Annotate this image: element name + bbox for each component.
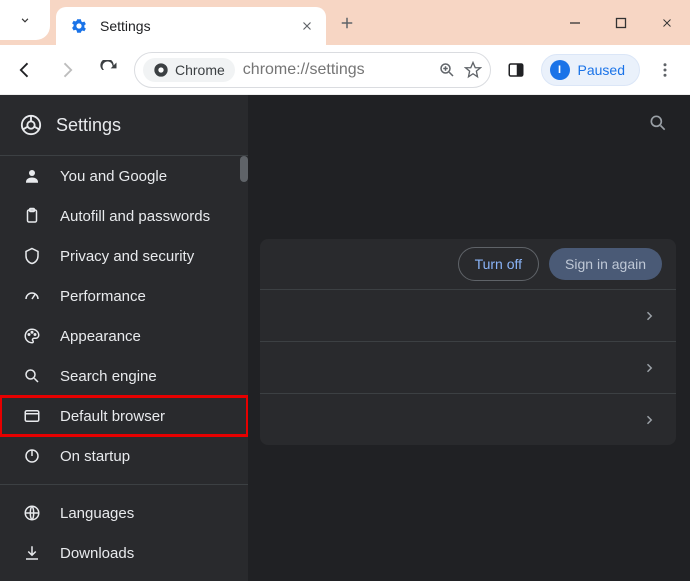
sidebar-item-search-engine[interactable]: Search engine — [0, 356, 248, 396]
window-titlebar: Settings — [0, 0, 690, 45]
sidebar-scroll: You and Google Autofill and passwords Pr… — [0, 155, 248, 581]
panel-row[interactable] — [260, 341, 676, 393]
panel-row[interactable] — [260, 393, 676, 445]
browser-toolbar: Chrome chrome://settings I Paused — [0, 45, 690, 95]
download-icon — [22, 544, 42, 562]
chevron-right-icon — [640, 307, 658, 325]
sidebar-item-privacy[interactable]: Privacy and security — [0, 236, 248, 276]
zoom-icon — [438, 61, 456, 79]
site-chip-label: Chrome — [175, 62, 225, 78]
window-controls — [552, 3, 690, 43]
avatar: I — [550, 60, 570, 80]
palette-icon — [22, 327, 42, 345]
sidebar-item-label: You and Google — [60, 168, 167, 185]
gear-icon — [70, 17, 88, 35]
maximize-icon — [615, 17, 627, 29]
chevron-right-icon — [640, 359, 658, 377]
sidebar-item-label: Languages — [60, 505, 134, 522]
back-button[interactable] — [8, 53, 42, 87]
turn-off-button[interactable]: Turn off — [458, 247, 539, 281]
close-window-button[interactable] — [644, 3, 690, 43]
sign-in-again-button[interactable]: Sign in again — [549, 248, 662, 280]
more-vertical-icon — [656, 61, 674, 79]
sidebar-item-label: On startup — [60, 448, 130, 465]
speedometer-icon — [22, 287, 42, 305]
sidebar-item-appearance[interactable]: Appearance — [0, 316, 248, 356]
chevron-right-icon — [640, 411, 658, 429]
sidebar-header: Settings — [0, 95, 248, 155]
profile-chip[interactable]: I Paused — [541, 54, 640, 86]
star-icon — [464, 61, 482, 79]
plus-icon — [338, 14, 356, 32]
omnibox[interactable]: Chrome chrome://settings — [134, 52, 491, 88]
browser-tab[interactable]: Settings — [56, 7, 326, 45]
globe-icon — [22, 504, 42, 522]
side-panel-icon — [507, 61, 525, 79]
sidebar-item-label: Performance — [60, 288, 146, 305]
overflow-menu-button[interactable] — [648, 61, 682, 79]
maximize-button[interactable] — [598, 3, 644, 43]
sidebar-item-on-startup[interactable]: On startup — [0, 436, 248, 476]
arrow-left-icon — [15, 60, 35, 80]
zoom-button[interactable] — [438, 61, 456, 79]
minimize-button[interactable] — [552, 3, 598, 43]
reload-icon — [99, 60, 119, 80]
settings-sidebar: Settings You and Google Autofill and pas… — [0, 95, 248, 581]
bookmark-button[interactable] — [464, 61, 482, 79]
settings-search-button[interactable] — [648, 113, 668, 138]
close-icon — [300, 19, 314, 33]
content-area: Settings You and Google Autofill and pas… — [0, 95, 690, 581]
sidebar-item-languages[interactable]: Languages — [0, 493, 248, 533]
sidebar-item-label: Appearance — [60, 328, 141, 345]
profile-status-label: Paused — [578, 62, 625, 78]
shield-icon — [22, 247, 42, 265]
browser-icon — [22, 407, 42, 425]
chevron-down-icon — [18, 13, 32, 27]
search-icon — [648, 113, 668, 133]
sidebar-item-autofill[interactable]: Autofill and passwords — [0, 196, 248, 236]
power-icon — [22, 447, 42, 465]
close-icon — [660, 16, 674, 30]
chrome-logo-icon — [20, 114, 42, 136]
sidebar-item-label: Autofill and passwords — [60, 208, 210, 225]
minimize-icon — [569, 17, 581, 29]
settings-panel: Turn off Sign in again — [260, 239, 676, 445]
clipboard-icon — [22, 207, 42, 225]
sidebar-item-you-and-google[interactable]: You and Google — [0, 156, 248, 196]
sidebar-title: Settings — [56, 115, 121, 136]
site-chip[interactable]: Chrome — [143, 58, 235, 82]
tab-search-button[interactable] — [0, 0, 50, 40]
panel-actions: Turn off Sign in again — [260, 239, 676, 289]
side-panel-button[interactable] — [499, 61, 533, 79]
sidebar-item-label: Default browser — [60, 408, 165, 425]
arrow-right-icon — [57, 60, 77, 80]
sidebar-divider — [0, 484, 248, 485]
chrome-icon — [153, 62, 169, 78]
sidebar-item-performance[interactable]: Performance — [0, 276, 248, 316]
sidebar-item-label: Privacy and security — [60, 248, 194, 265]
tab-close-button[interactable] — [300, 19, 314, 33]
panel-row[interactable] — [260, 289, 676, 341]
sidebar-item-downloads[interactable]: Downloads — [0, 533, 248, 573]
new-tab-button[interactable] — [338, 14, 356, 32]
scrollbar-thumb[interactable] — [240, 156, 248, 182]
settings-main: Turn off Sign in again — [248, 95, 690, 581]
search-icon — [22, 367, 42, 385]
sidebar-item-label: Search engine — [60, 368, 157, 385]
sidebar-item-label: Downloads — [60, 545, 134, 562]
url-text: chrome://settings — [243, 61, 430, 79]
forward-button[interactable] — [50, 53, 84, 87]
sidebar-item-default-browser[interactable]: Default browser — [0, 396, 248, 436]
tab-title: Settings — [100, 18, 300, 34]
reload-button[interactable] — [92, 53, 126, 87]
person-icon — [22, 167, 42, 185]
